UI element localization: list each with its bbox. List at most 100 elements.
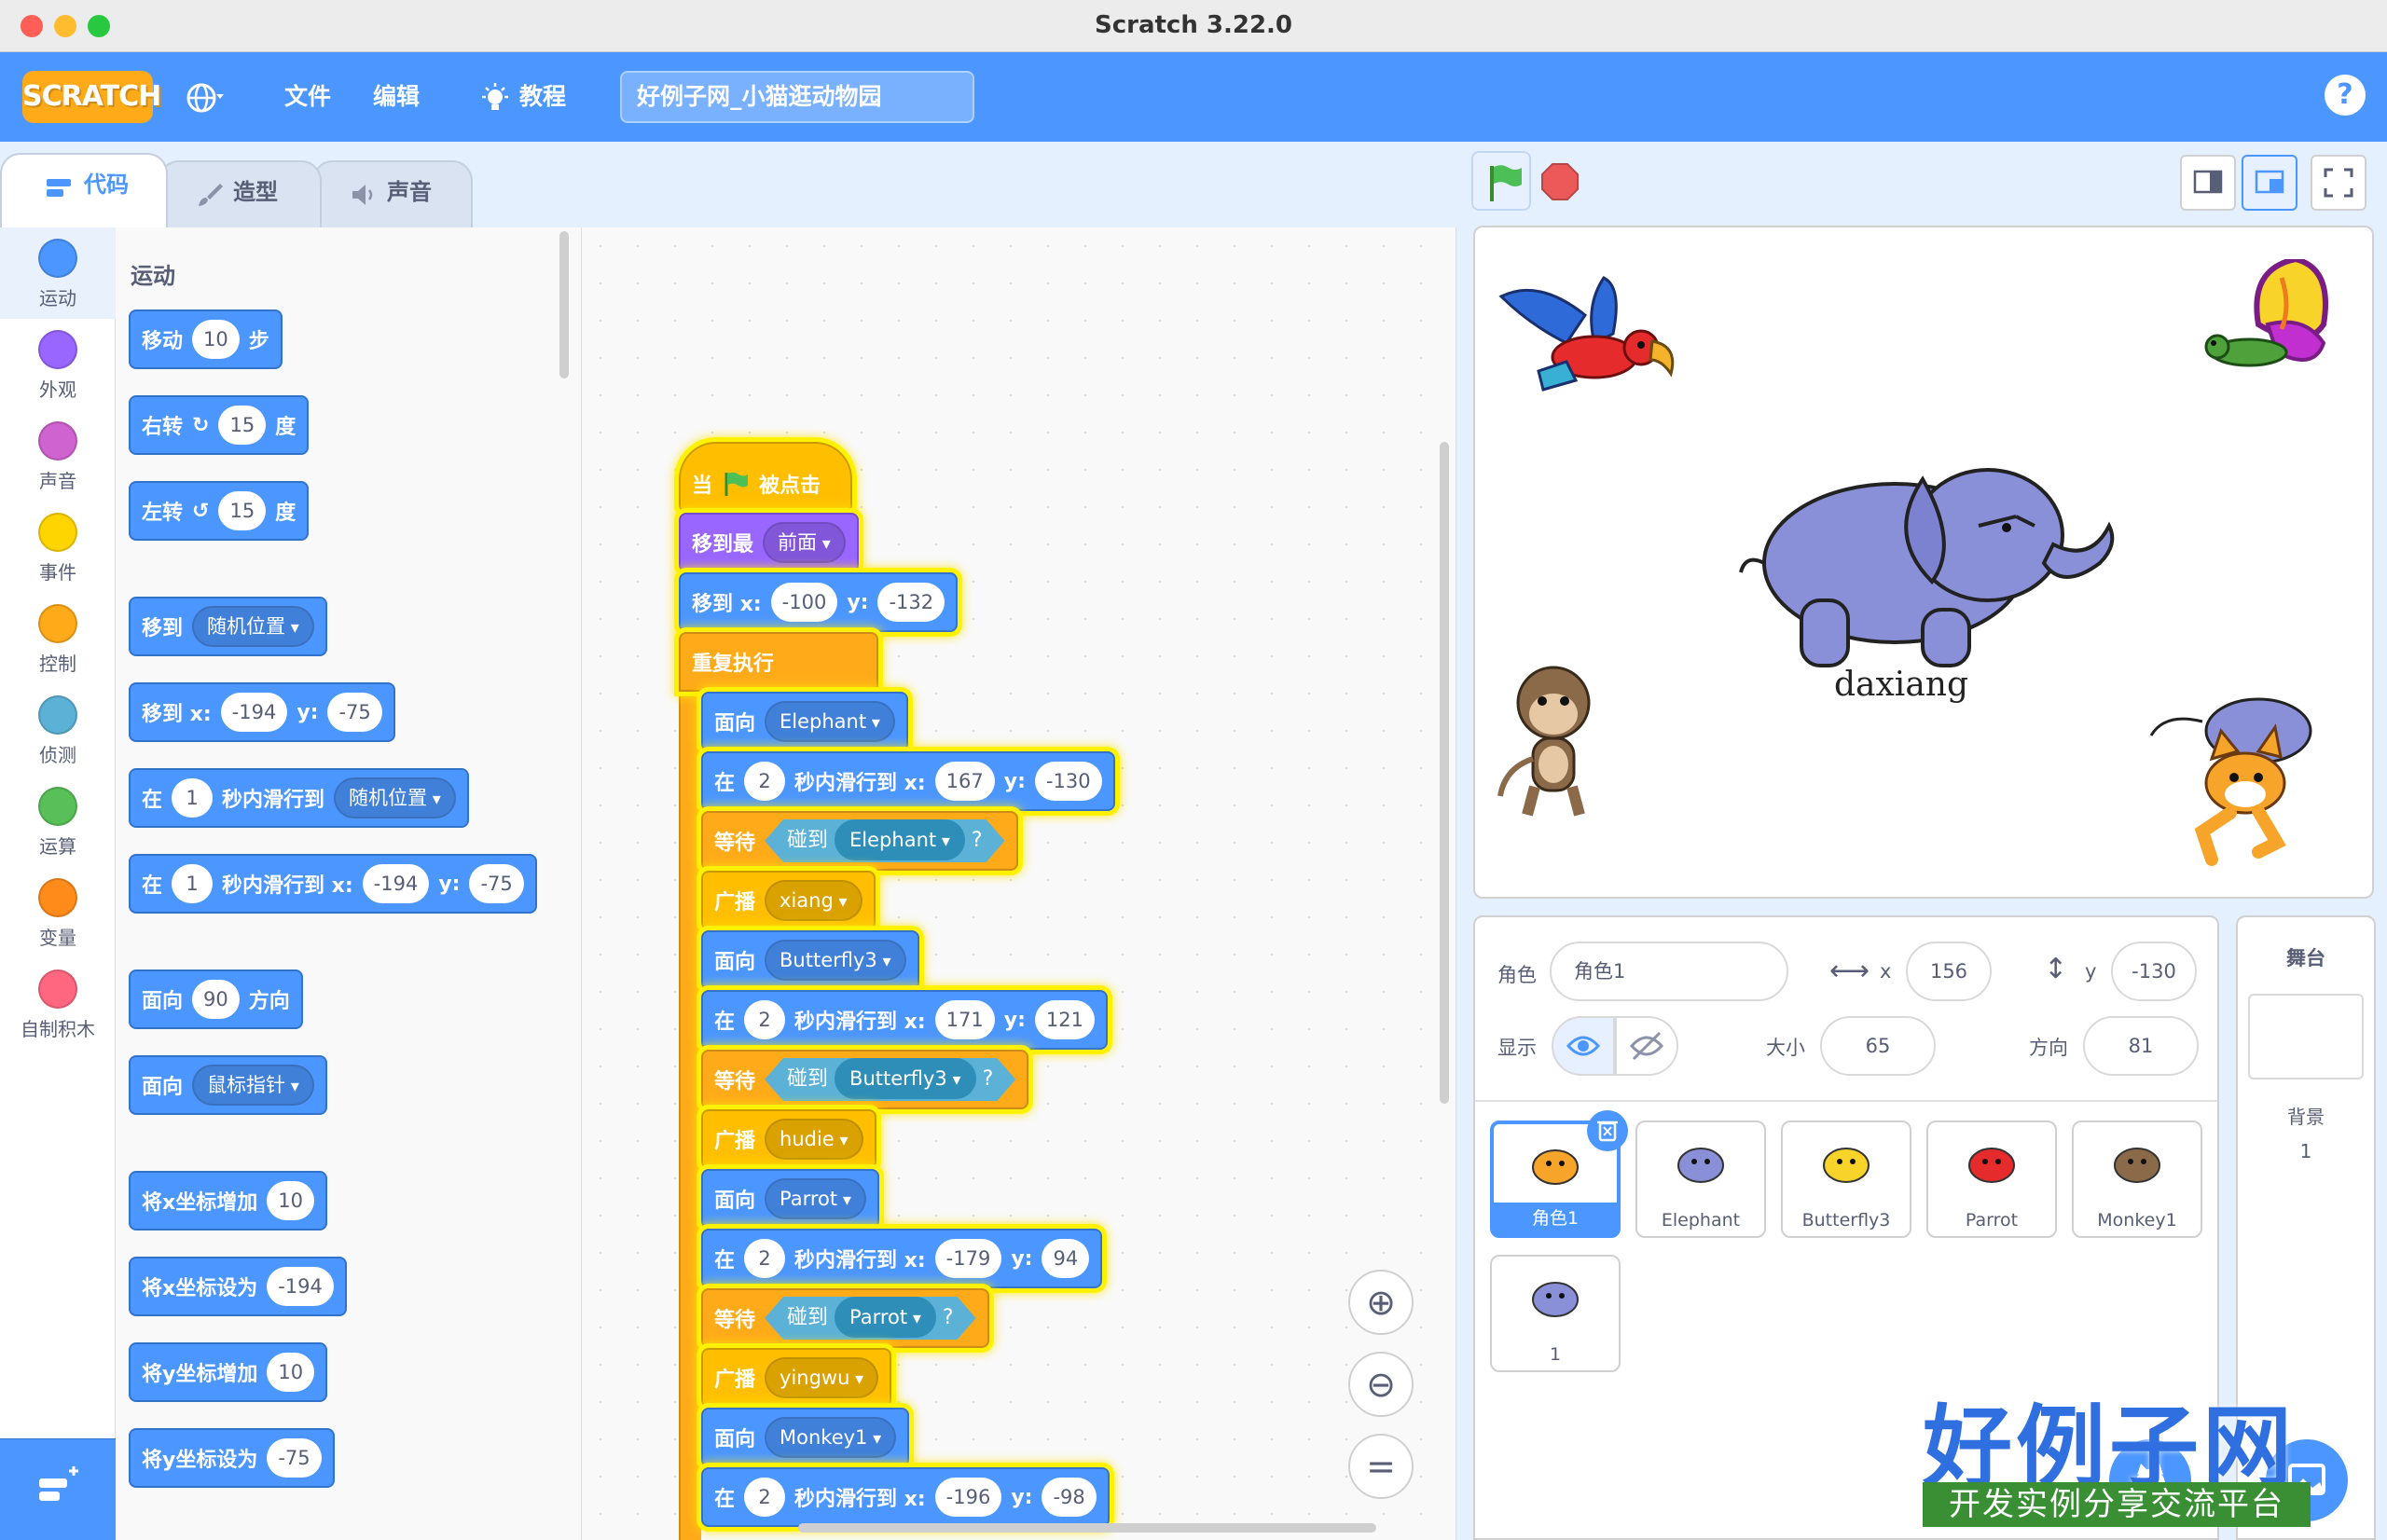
small-stage-button[interactable]	[2180, 155, 2236, 211]
block-number-input[interactable]: -98	[1042, 1478, 1097, 1517]
block-number-input[interactable]: -75	[469, 864, 524, 903]
block-number-input[interactable]: -179	[934, 1239, 1002, 1278]
zoom-in-button[interactable]: ⊕	[1348, 1270, 1414, 1335]
block-number-input[interactable]: 2	[744, 1000, 786, 1039]
block-glide-to[interactable]: 在 1 秒内滑行到 随机位置	[129, 768, 469, 828]
block-number-input[interactable]: -75	[267, 1438, 322, 1478]
block-number-input[interactable]: 121	[1034, 1000, 1095, 1039]
butterfly-sprite[interactable]	[2193, 259, 2342, 399]
script-workspace[interactable]: 当 被点击 移到最 前面 移到 x: -100 y: -132 重复执行 面向 E…	[582, 227, 1456, 1540]
block-when-flag-clicked[interactable]: 当 被点击	[679, 442, 852, 513]
block-point-towards[interactable]: 面向 Butterfly3	[701, 930, 919, 990]
sprite-tile[interactable]: Butterfly3	[1781, 1121, 1911, 1238]
block-dropdown[interactable]: 随机位置	[334, 777, 456, 818]
fullscreen-button[interactable]	[2311, 155, 2366, 211]
block-point-towards[interactable]: 面向 Parrot	[701, 1169, 879, 1229]
green-flag-button[interactable]	[1471, 151, 1531, 211]
stop-icon[interactable]	[1540, 162, 1580, 201]
tab-costumes[interactable]: 造型	[159, 160, 322, 227]
block-broadcast[interactable]: 广播 yingwu	[701, 1348, 892, 1408]
block-dropdown[interactable]: hudie	[765, 1119, 863, 1160]
block-number-input[interactable]: 90	[192, 980, 240, 1019]
y-position-input[interactable]: -130	[2111, 942, 2197, 1001]
block-forever[interactable]: 重复执行	[679, 632, 878, 692]
stage-thumbnail[interactable]	[2248, 994, 2364, 1079]
show-sprite-button[interactable]	[1552, 1016, 1615, 1076]
block-point-towards[interactable]: 面向 Elephant	[701, 692, 908, 751]
block-glide-xy[interactable]: 在 1 秒内滑行到 x: -194 y: -75	[129, 854, 537, 914]
block-number-input[interactable]: 94	[1042, 1239, 1090, 1278]
block-move-steps[interactable]: 移动 10 步	[129, 309, 283, 369]
block-dropdown[interactable]: 前面	[763, 522, 846, 563]
block-dropdown[interactable]: xiang	[765, 880, 862, 921]
block-goto-xy[interactable]: 移到 x: -194 y: -75	[129, 682, 395, 742]
block-set-x[interactable]: 将x坐标设为 -194	[129, 1257, 347, 1316]
block-dropdown[interactable]: Elephant	[835, 819, 965, 860]
block-go-to-front[interactable]: 移到最 前面	[679, 513, 859, 572]
category-sound[interactable]: 声音	[0, 410, 116, 502]
block-glide-xy[interactable]: 在 2 秒内滑行到 x: 167 y: -130	[701, 751, 1115, 811]
sprite-tile[interactable]: 1	[1490, 1255, 1621, 1372]
tab-sounds[interactable]: 声音	[312, 160, 473, 227]
block-number-input[interactable]: 171	[934, 1000, 995, 1039]
block-number-input[interactable]: -194	[220, 693, 288, 732]
block-number-input[interactable]: -75	[327, 693, 382, 732]
hide-sprite-button[interactable]	[1615, 1016, 1678, 1076]
block-turn-left[interactable]: 左转 ↺ 15 度	[129, 481, 310, 541]
block-dropdown[interactable]: Butterfly3	[835, 1058, 976, 1099]
touching-condition[interactable]: 碰到 Elephant ?	[765, 819, 1005, 862]
block-number-input[interactable]: 2	[744, 762, 786, 801]
category-operators[interactable]: 运算	[0, 776, 116, 867]
block-set-y[interactable]: 将y坐标设为 -75	[129, 1428, 335, 1488]
block-number-input[interactable]: -130	[1034, 762, 1102, 801]
category-motion[interactable]: 运动	[0, 227, 116, 319]
stage-canvas[interactable]: daxiang	[1473, 226, 2374, 899]
sprite-tile[interactable]: Elephant	[1635, 1121, 1766, 1238]
block-dropdown[interactable]: Elephant	[765, 701, 895, 742]
category-control[interactable]: 控制	[0, 593, 116, 684]
scratch-logo[interactable]: SCRATCH	[22, 71, 161, 123]
block-point-towards[interactable]: 面向 Monkey1	[701, 1408, 910, 1467]
language-menu[interactable]	[186, 80, 224, 114]
category-events[interactable]: 事件	[0, 502, 116, 593]
block-number-input[interactable]: -194	[267, 1267, 334, 1306]
workspace-vertical-scrollbar[interactable]	[1440, 442, 1449, 1104]
block-dropdown[interactable]: Butterfly3	[765, 940, 906, 981]
block-point-towards[interactable]: 面向 鼠标指针	[129, 1055, 327, 1115]
palette-scrollbar[interactable]	[559, 231, 569, 378]
block-glide-xy[interactable]: 在 2 秒内滑行到 x: 171 y: 121	[701, 990, 1108, 1050]
block-number-input[interactable]: 1	[172, 778, 214, 818]
workspace-horizontal-scrollbar[interactable]	[798, 1523, 1376, 1533]
large-stage-button[interactable]	[2242, 155, 2297, 211]
block-number-input[interactable]: 15	[218, 491, 267, 530]
block-dropdown[interactable]: Parrot	[835, 1297, 936, 1338]
block-point-direction[interactable]: 面向 90 方向	[129, 969, 303, 1029]
edit-menu[interactable]: 编辑	[373, 80, 420, 114]
zoom-reset-button[interactable]: =	[1348, 1434, 1414, 1499]
category-my-blocks[interactable]: 自制积木	[0, 958, 116, 1050]
block-number-input[interactable]: 2	[744, 1239, 786, 1278]
block-number-input[interactable]: 10	[192, 320, 240, 359]
block-wait-until[interactable]: 等待碰到 Elephant ?	[701, 811, 1018, 871]
block-wait-until[interactable]: 等待碰到 Parrot ?	[701, 1288, 989, 1348]
touching-condition[interactable]: 碰到 Butterfly3 ?	[765, 1058, 1015, 1101]
help-button[interactable]: ?	[2325, 75, 2366, 116]
tutorials-menu[interactable]: 教程	[480, 80, 566, 114]
block-broadcast[interactable]: 广播 hudie	[701, 1109, 876, 1169]
block-dropdown[interactable]: yingwu	[765, 1357, 879, 1398]
block-dropdown[interactable]: 鼠标指针	[192, 1065, 314, 1106]
file-menu[interactable]: 文件	[284, 80, 331, 114]
block-number-input[interactable]: 2	[744, 1478, 786, 1517]
block-broadcast[interactable]: 广播 xiang	[701, 871, 876, 930]
block-number-input[interactable]: 1	[172, 864, 214, 903]
parrot-sprite[interactable]	[1492, 268, 1697, 418]
block-goto[interactable]: 移到 随机位置	[129, 597, 327, 656]
cat-sprite[interactable]	[2146, 694, 2333, 871]
sprite-name-input[interactable]: 角色1	[1550, 942, 1788, 1001]
size-input[interactable]: 65	[1820, 1016, 1936, 1076]
block-number-input[interactable]: -100	[770, 583, 838, 622]
block-change-y[interactable]: 将y坐标增加 10	[129, 1342, 328, 1402]
block-number-input[interactable]: 15	[218, 406, 267, 445]
block-glide-xy[interactable]: 在 2 秒内滑行到 x: -196 y: -98	[701, 1467, 1110, 1527]
block-number-input[interactable]: -194	[362, 864, 430, 903]
